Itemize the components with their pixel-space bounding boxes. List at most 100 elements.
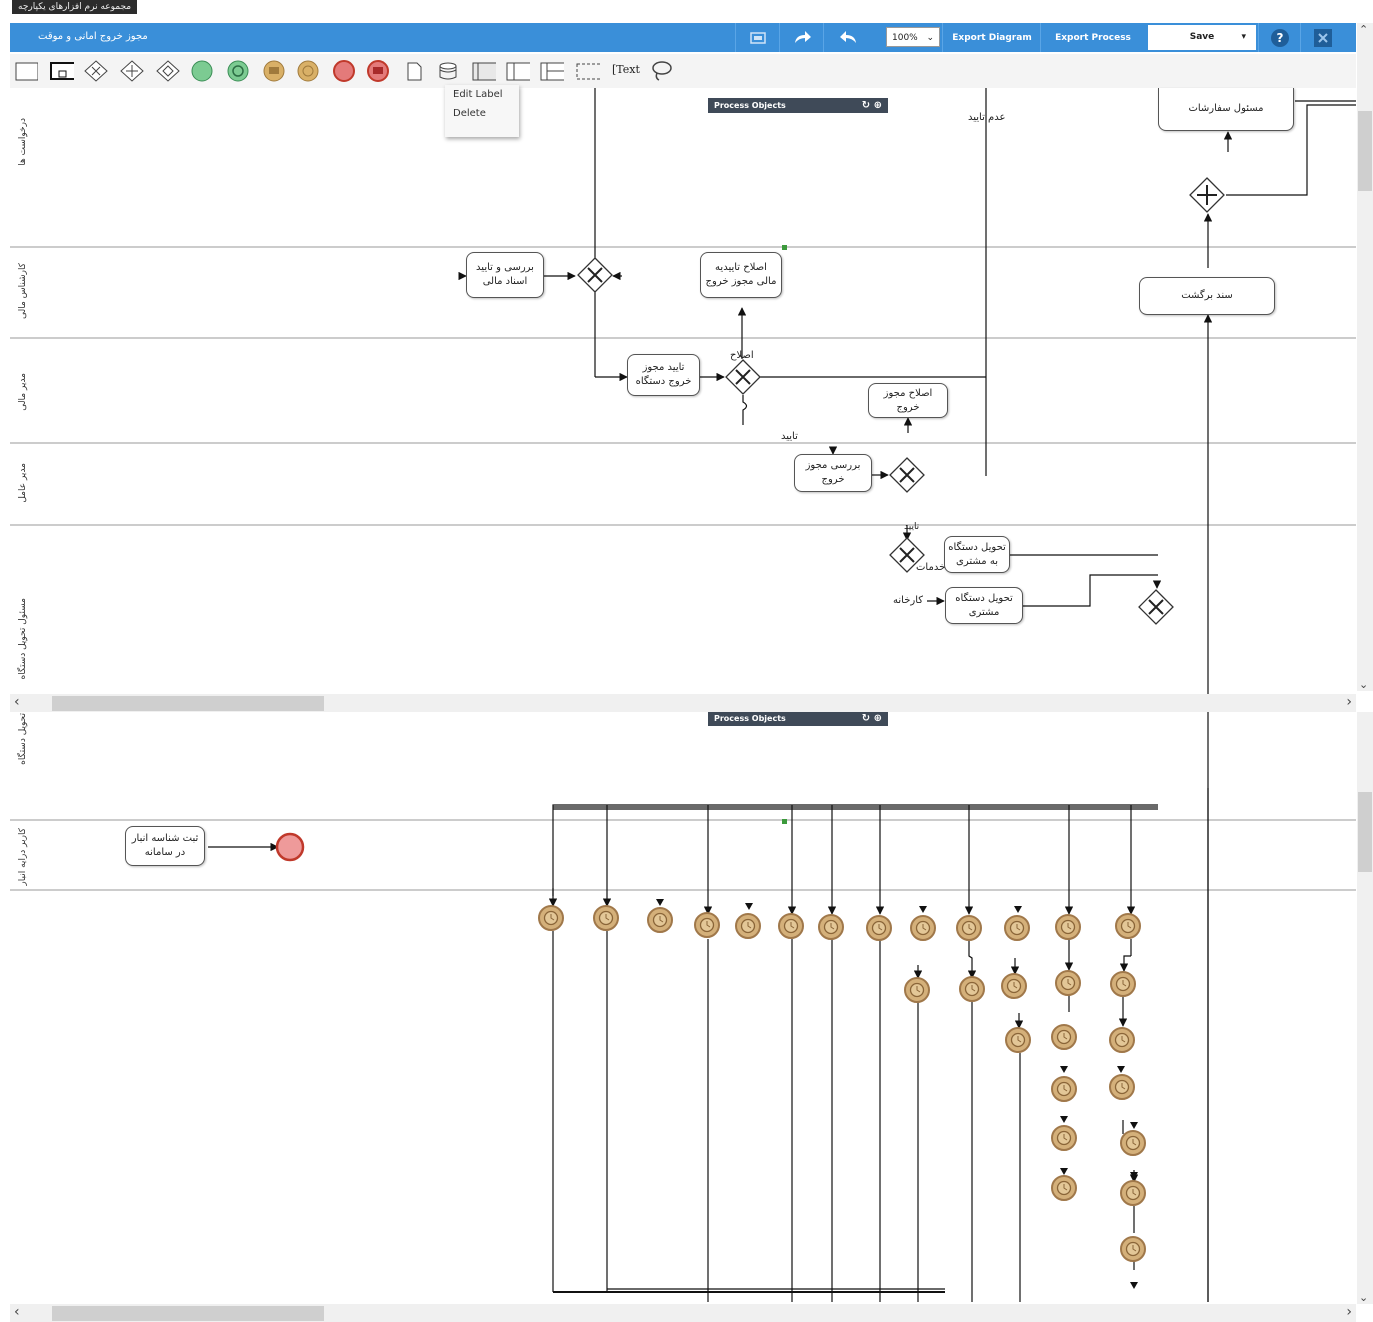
timer-event-13[interactable] — [1115, 913, 1141, 939]
process-objects-panel-lower[interactable]: Process Objects ↻ ⊕ — [708, 711, 888, 726]
timer-event-11[interactable] — [1004, 915, 1030, 941]
export-process-button[interactable]: Export Process — [1040, 23, 1145, 52]
scroll-right-icon[interactable]: › — [1346, 1304, 1352, 1320]
lane-label-ceo: مدیر عامل — [18, 463, 28, 503]
group-icon[interactable] — [576, 60, 600, 82]
timer-event-19[interactable] — [1005, 1027, 1031, 1053]
timer-event-5[interactable] — [735, 913, 761, 939]
lasso-icon[interactable] — [650, 60, 674, 82]
svg-text:?: ? — [1277, 31, 1284, 45]
help-button[interactable]: ? — [1258, 23, 1301, 52]
timer-event-24[interactable] — [1051, 1125, 1077, 1151]
timer-event-21[interactable] — [1109, 1027, 1135, 1053]
timer-event-4[interactable] — [694, 912, 720, 938]
task-register-stock-id[interactable]: ثبت شناسه انبار در سامانه — [125, 826, 205, 866]
scroll-thumb[interactable] — [1358, 111, 1372, 191]
event-gateway-icon[interactable] — [156, 60, 180, 82]
scroll-thumb[interactable] — [1358, 792, 1372, 872]
task-review-finance-docs[interactable]: بررسی و تایید اسناد مالی — [466, 252, 544, 298]
refresh-add-icon[interactable]: ↻ ⊕ — [862, 98, 882, 113]
task-fix-finance-approval[interactable]: اصلاح تاییدیه مالی مجوز خروج — [700, 252, 782, 298]
lane-label-warehouse-user: کاربر درایه انبار — [18, 828, 28, 886]
process-objects-panel[interactable]: Process Objects ↻ ⊕ — [708, 98, 888, 113]
timer-event-16[interactable] — [1001, 973, 1027, 999]
fit-screen-icon — [750, 31, 766, 44]
scroll-left-icon[interactable]: ‹ — [14, 694, 20, 710]
redo-icon — [795, 30, 811, 43]
redo-button[interactable] — [779, 23, 824, 52]
timer-event-25[interactable] — [1120, 1130, 1146, 1156]
timer-event-26[interactable] — [1051, 1175, 1077, 1201]
subprocess-shape-icon[interactable] — [50, 60, 74, 82]
vertical-scrollbar-bottom[interactable]: ⌄ — [1357, 712, 1373, 1304]
lane-label-device-delivery: تحویل دستگاه — [18, 713, 28, 765]
timer-event-9[interactable] — [910, 915, 936, 941]
horizontal-scrollbar-top[interactable]: ‹ › — [10, 694, 1356, 712]
undo-button[interactable] — [823, 23, 874, 52]
context-delete[interactable]: Delete — [445, 104, 519, 123]
horizontal-scrollbar-bottom[interactable]: ‹ › — [10, 1304, 1356, 1322]
timer-event-8[interactable] — [866, 915, 892, 941]
context-edit-label[interactable]: Edit Label — [445, 85, 519, 104]
scroll-up-icon[interactable]: ⌃ — [1359, 23, 1368, 36]
timer-event-10[interactable] — [956, 915, 982, 941]
parallel-gateway-icon[interactable] — [120, 60, 144, 82]
lane-split-icon[interactable] — [540, 60, 564, 82]
timer-event-1[interactable] — [538, 905, 564, 931]
data-object-icon[interactable] — [402, 60, 426, 82]
scroll-left-icon[interactable]: ‹ — [14, 1304, 20, 1320]
start-event-icon[interactable] — [190, 60, 214, 82]
timer-event-28[interactable] — [1120, 1236, 1146, 1262]
pool-icon[interactable] — [472, 60, 496, 82]
task-shape-icon[interactable] — [14, 60, 38, 82]
timer-event-27[interactable] — [1120, 1180, 1146, 1206]
scroll-right-icon[interactable]: › — [1346, 694, 1352, 710]
timer-event-6[interactable] — [778, 913, 804, 939]
zoom-select[interactable]: 100% ⌄ — [886, 27, 940, 47]
timer-event-7[interactable] — [818, 914, 844, 940]
message-end-event-icon[interactable] — [366, 60, 390, 82]
help-icon: ? — [1271, 28, 1289, 47]
timer-event-14[interactable] — [904, 977, 930, 1003]
scroll-down-icon[interactable]: ⌄ — [1359, 1291, 1368, 1304]
undo-icon — [840, 30, 856, 43]
task-orders-manager[interactable]: مسئول سفارشات — [1158, 88, 1294, 131]
message-intermediate-event-icon[interactable] — [262, 60, 286, 82]
timer-event-12[interactable] — [1055, 914, 1081, 940]
close-button[interactable] — [1300, 23, 1345, 52]
save-select[interactable]: Save ▾ — [1148, 25, 1256, 50]
data-store-icon[interactable] — [436, 60, 460, 82]
task-return-document[interactable]: سند برگشت — [1139, 277, 1275, 315]
lane-label-finance-expert: کارشناس مالی — [18, 263, 28, 320]
task-fix-exit-permit[interactable]: اصلاح مجوز خروج — [868, 383, 948, 418]
text-annotation-tool[interactable]: [Text — [612, 63, 640, 85]
exclusive-gateway-icon[interactable] — [84, 60, 108, 82]
export-diagram-button[interactable]: Export Diagram — [942, 23, 1041, 52]
lane-label-finance-manager: مدیر مالی — [18, 373, 28, 411]
context-menu: Edit Label Delete — [445, 85, 519, 137]
timer-start-event-icon[interactable] — [226, 60, 250, 82]
timer-event-15[interactable] — [959, 976, 985, 1002]
scroll-thumb[interactable] — [52, 1306, 324, 1321]
timer-event-23[interactable] — [1109, 1074, 1135, 1100]
vertical-scrollbar-top[interactable]: ⌃ ⌄ — [1357, 23, 1373, 691]
timer-event-20[interactable] — [1051, 1024, 1077, 1050]
task-approve-exit-permit[interactable]: تایید مجوز خروج دستگاه — [627, 354, 700, 396]
end-event-icon[interactable] — [332, 60, 356, 82]
timer-event-22[interactable] — [1051, 1076, 1077, 1102]
timer-event-3[interactable] — [647, 907, 673, 933]
timer-event-17[interactable] — [1055, 970, 1081, 996]
flow-label-fix: اصلاح — [730, 350, 754, 361]
lane-icon[interactable] — [506, 60, 530, 82]
task-deliver-customer-factory[interactable]: تحویل دستگاه مشتری — [945, 587, 1023, 624]
scroll-thumb[interactable] — [52, 696, 324, 711]
timer-intermediate-event-icon[interactable] — [296, 60, 320, 82]
flow-label-top: تایید — [904, 522, 920, 532]
scroll-down-icon[interactable]: ⌄ — [1359, 678, 1368, 691]
timer-event-2[interactable] — [593, 905, 619, 931]
task-deliver-to-customer[interactable]: تحویل دستگاه به مشتری — [944, 536, 1010, 573]
task-review-exit-permit[interactable]: بررسی مجوز خروج — [794, 454, 872, 492]
timer-event-18[interactable] — [1110, 971, 1136, 997]
refresh-add-icon[interactable]: ↻ ⊕ — [862, 711, 882, 726]
fit-screen-button[interactable] — [735, 23, 780, 52]
